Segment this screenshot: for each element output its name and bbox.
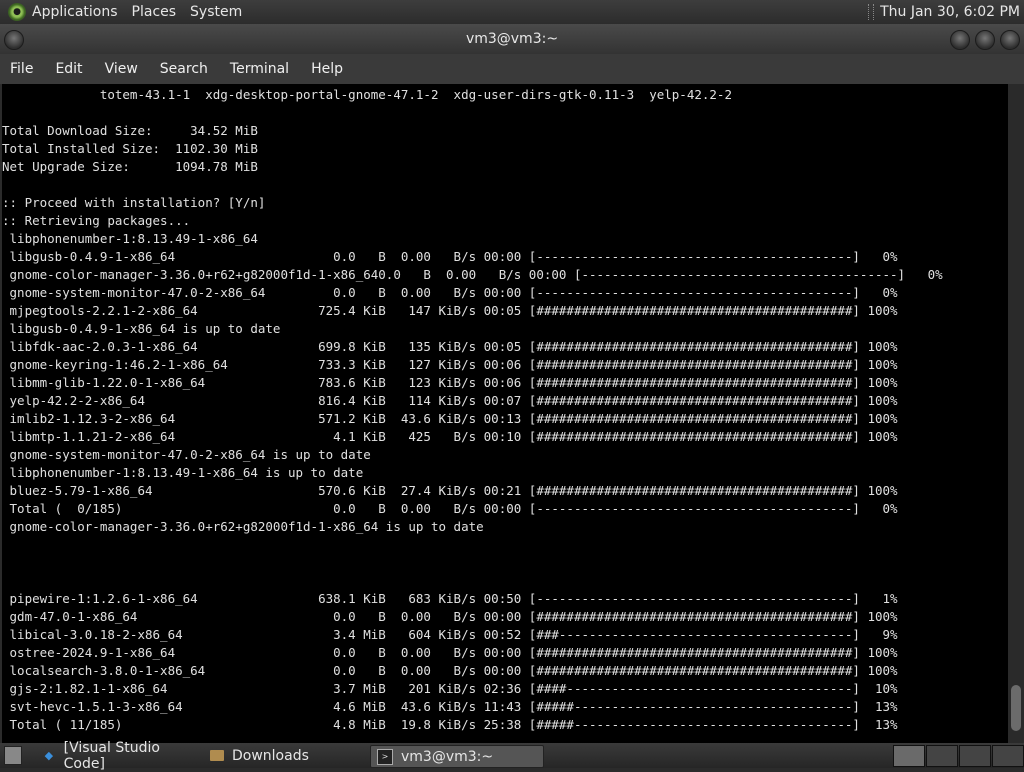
terminal-line: gjs-2:1.82.1-1-x86_64 3.7 MiB 201 KiB/s … — [2, 681, 898, 696]
terminal-line: gdm-47.0-1-x86_64 0.0 B 0.00 B/s 00:00 [… — [2, 609, 898, 624]
terminal-line: mjpegtools-2.2.1-2-x86_64 725.4 KiB 147 … — [2, 303, 898, 318]
scrollbar-thumb[interactable] — [1011, 685, 1021, 731]
menu-help[interactable]: Help — [311, 61, 343, 77]
top-panel-menus: Applications Places System — [32, 0, 256, 24]
applications-menu[interactable]: Applications — [32, 4, 118, 20]
task-downloads[interactable]: Downloads — [204, 745, 370, 766]
task-label: vm3@vm3:~ — [401, 748, 494, 765]
folder-icon — [210, 750, 224, 761]
terminal-icon: > — [377, 748, 393, 765]
terminal-line: libfdk-aac-2.0.3-1-x86_64 699.8 KiB 135 … — [2, 339, 898, 354]
terminal-line: Total ( 11/185) 4.8 MiB 19.8 KiB/s 25:38… — [2, 717, 898, 732]
terminal-line: totem-43.1-1 xdg-desktop-portal-gnome-47… — [2, 87, 732, 102]
terminal-line: ostree-2024.9-1-x86_64 0.0 B 0.00 B/s 00… — [2, 645, 898, 660]
window-titlebar[interactable]: vm3@vm3:~ — [0, 24, 1024, 54]
bottom-taskbar: ◆ [Visual Studio Code] Downloads > vm3@v… — [0, 740, 1024, 772]
terminal-line: libgusb-0.4.9-1-x86_64 is up to date — [2, 321, 281, 336]
terminal-line: Total ( 0/185) 0.0 B 0.00 B/s 00:00 [---… — [2, 501, 898, 516]
panel-separator — [868, 4, 875, 20]
panel-right: Thu Jan 30, 6:02 PM — [868, 0, 1024, 24]
terminal-menubar: File Edit View Search Terminal Help — [0, 54, 1024, 84]
task-terminal[interactable]: > vm3@vm3:~ — [370, 745, 544, 768]
terminal-line: libgusb-0.4.9-1-x86_64 0.0 B 0.00 B/s 00… — [2, 249, 898, 264]
workspace-2[interactable] — [926, 745, 958, 767]
terminal-line: gnome-system-monitor-47.0-2-x86_64 0.0 B… — [2, 285, 898, 300]
window-title: vm3@vm3:~ — [465, 31, 559, 47]
terminal-text: totem-43.1-1 xdg-desktop-portal-gnome-47… — [2, 84, 1008, 734]
workspace-1[interactable] — [893, 745, 925, 767]
terminal-line: libmtp-1.1.21-2-x86_64 4.1 KiB 425 B/s 0… — [2, 429, 898, 444]
terminal-line: Net Upgrade Size: 1094.78 MiB — [2, 159, 258, 174]
show-desktop-icon[interactable] — [4, 746, 22, 765]
workspace-3[interactable] — [959, 745, 991, 767]
terminal-line: Total Installed Size: 1102.30 MiB — [2, 141, 258, 156]
terminal-output[interactable]: totem-43.1-1 xdg-desktop-portal-gnome-47… — [2, 84, 1008, 743]
terminal-line: gnome-keyring-1:46.2-1-x86_64 733.3 KiB … — [2, 357, 898, 372]
terminal-line: localsearch-3.8.0-1-x86_64 0.0 B 0.00 B/… — [2, 663, 898, 678]
menu-edit[interactable]: Edit — [55, 61, 82, 77]
terminal-line: libphonenumber-1:8.13.49-1-x86_64 — [2, 231, 258, 246]
terminal-line: libical-3.0.18-2-x86_64 3.4 MiB 604 KiB/… — [2, 627, 898, 642]
maximize-button[interactable] — [975, 30, 995, 50]
vscode-icon: ◆ — [44, 749, 54, 762]
system-menu[interactable]: System — [190, 4, 242, 20]
task-label: Downloads — [232, 747, 309, 764]
places-menu[interactable]: Places — [132, 4, 177, 20]
terminal-line: libmm-glib-1.22.0-1-x86_64 783.6 KiB 123… — [2, 375, 898, 390]
task-visual-studio-code[interactable]: ◆ [Visual Studio Code] — [36, 740, 202, 772]
terminal-line: gnome-color-manager-3.36.0+r62+g82000f1d… — [2, 519, 484, 534]
terminal-line: gnome-color-manager-3.36.0+r62+g82000f1d… — [2, 267, 943, 282]
workspace-4[interactable] — [992, 745, 1024, 767]
terminal-line: pipewire-1:1.2.6-1-x86_64 638.1 KiB 683 … — [2, 591, 898, 606]
terminal-line: libphonenumber-1:8.13.49-1-x86_64 is up … — [2, 465, 364, 480]
menu-file[interactable]: File — [10, 61, 33, 77]
close-button[interactable] — [1000, 30, 1020, 50]
terminal-line: :: Proceed with installation? [Y/n] — [2, 195, 266, 210]
menu-view[interactable]: View — [105, 61, 138, 77]
menu-search[interactable]: Search — [160, 61, 208, 77]
terminal-line: imlib2-1.12.3-2-x86_64 571.2 KiB 43.6 Ki… — [2, 411, 898, 426]
clock[interactable]: Thu Jan 30, 6:02 PM — [880, 4, 1020, 20]
terminal-line: yelp-42.2-2-x86_64 816.4 KiB 114 KiB/s 0… — [2, 393, 898, 408]
menu-terminal[interactable]: Terminal — [230, 61, 289, 77]
terminal-line: Total Download Size: 34.52 MiB — [2, 123, 258, 138]
terminal-line: gnome-system-monitor-47.0-2-x86_64 is up… — [2, 447, 371, 462]
task-label: [Visual Studio Code] — [63, 739, 160, 772]
distro-logo-icon[interactable]: ● — [8, 3, 26, 21]
terminal-line: svt-hevc-1.5.1-3-x86_64 4.6 MiB 43.6 KiB… — [2, 699, 898, 714]
terminal-line: bluez-5.79-1-x86_64 570.6 KiB 27.4 KiB/s… — [2, 483, 898, 498]
terminal-line: :: Retrieving packages... — [2, 213, 191, 228]
top-panel: ● Applications Places System Thu Jan 30,… — [0, 0, 1024, 24]
terminal-scrollbar[interactable] — [1008, 84, 1024, 743]
minimize-button[interactable] — [950, 30, 970, 50]
